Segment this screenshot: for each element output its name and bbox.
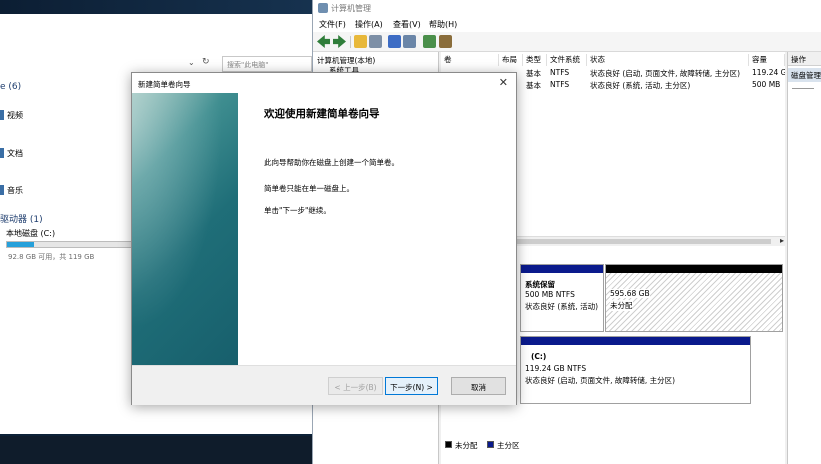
col-header-filesystem[interactable]: 文件系统 bbox=[547, 54, 587, 66]
partition-color-bar bbox=[521, 265, 603, 273]
settings-icon[interactable] bbox=[439, 35, 452, 48]
music-folder-icon bbox=[0, 185, 4, 195]
window-title: 计算机管理 bbox=[331, 4, 371, 13]
wizard-heading: 欢迎使用新建简单卷向导 bbox=[264, 108, 380, 120]
folders-section-header[interactable]: e (6) bbox=[0, 82, 21, 92]
col-header-volume[interactable]: 卷 bbox=[441, 54, 499, 66]
row-capacity: 119.24 G bbox=[752, 68, 785, 77]
legend-swatch-primary bbox=[487, 441, 494, 448]
col-header-capacity[interactable]: 容量 bbox=[749, 54, 785, 66]
disk-legend: 未分配 主分区 bbox=[441, 438, 785, 452]
legend-label-unallocated: 未分配 bbox=[455, 441, 478, 450]
wizard-title: 新建简单卷向导 bbox=[138, 80, 191, 89]
desktop-wallpaper bbox=[0, 0, 312, 14]
menu-action[interactable]: 操作(A) bbox=[355, 19, 383, 30]
wizard-text-single-disk: 简单卷只能在单一磁盘上。 bbox=[264, 184, 354, 193]
legend-swatch-unallocated bbox=[445, 441, 452, 448]
toolbar-separator bbox=[350, 36, 351, 48]
new-simple-volume-wizard: 新建简单卷向导 ✕ 欢迎使用新建简单卷向导 此向导帮助你在磁盘上创建一个简单卷。… bbox=[131, 72, 517, 405]
col-header-status[interactable]: 状态 bbox=[587, 54, 749, 66]
folder-item-documents[interactable]: 文档 bbox=[7, 148, 23, 159]
partition-size: 500 MB NTFS bbox=[525, 290, 575, 299]
row-filesystem: NTFS bbox=[550, 80, 570, 89]
row-type: 基本 bbox=[526, 81, 541, 90]
computer-management-icon bbox=[318, 3, 328, 13]
taskbar bbox=[0, 436, 312, 464]
document-folder-icon bbox=[0, 148, 4, 158]
wizard-footer: < 上一步(B) 下一步(N) > 取消 bbox=[132, 365, 516, 405]
folder-item-videos[interactable]: 视频 bbox=[7, 110, 23, 121]
wizard-text-intro: 此向导帮助你在磁盘上创建一个简单卷。 bbox=[264, 158, 399, 167]
partition-system-reserved[interactable]: 系统保留 500 MB NTFS 状态良好 (系统, 活动) bbox=[520, 264, 604, 332]
check-icon[interactable] bbox=[423, 35, 436, 48]
video-folder-icon bbox=[0, 110, 4, 120]
properties-icon[interactable] bbox=[403, 35, 416, 48]
actions-header: 操作 bbox=[788, 52, 821, 66]
search-input[interactable]: 搜索"此电脑" bbox=[222, 56, 312, 72]
drive-free-space: 92.8 GB 可用，共 119 GB bbox=[8, 253, 95, 261]
row-status: 状态良好 (启动, 页面文件, 故障转储, 主分区) bbox=[590, 69, 741, 78]
row-capacity: 500 MB bbox=[752, 80, 781, 89]
row-filesystem: NTFS bbox=[550, 68, 570, 77]
scroll-right-arrow-icon[interactable]: ▸ bbox=[780, 236, 784, 245]
action-item[interactable] bbox=[792, 88, 814, 89]
action-disk-management[interactable]: 磁盘管理 bbox=[788, 68, 821, 82]
actions-pane: 操作 磁盘管理 bbox=[787, 52, 821, 464]
toolbar bbox=[313, 32, 821, 52]
next-button[interactable]: 下一步(N) > bbox=[385, 377, 438, 395]
cancel-button[interactable]: 取消 bbox=[451, 377, 506, 395]
back-arrow-icon[interactable] bbox=[317, 35, 330, 48]
chevron-down-icon[interactable]: ⌄ bbox=[188, 58, 195, 67]
row-type: 基本 bbox=[526, 69, 541, 78]
drive-label[interactable]: 本地磁盘 (C:) bbox=[6, 228, 55, 239]
show-hide-tree-icon[interactable] bbox=[369, 35, 382, 48]
partition-color-bar bbox=[606, 265, 782, 273]
row-status: 状态良好 (系统, 活动, 主分区) bbox=[590, 81, 691, 90]
drive-usage-bar bbox=[6, 241, 132, 248]
menu-file[interactable]: 文件(F) bbox=[319, 19, 346, 30]
drives-section-header[interactable]: 驱动器 (1) bbox=[0, 212, 43, 225]
menu-bar: 文件(F) 操作(A) 查看(V) 帮助(H) bbox=[313, 16, 821, 32]
wizard-text-continue: 单击"下一步"继续。 bbox=[264, 206, 331, 215]
partition-status: 未分配 bbox=[610, 300, 633, 311]
partition-name: 系统保留 bbox=[525, 280, 555, 289]
partition-unallocated[interactable]: 595.68 GB 未分配 bbox=[605, 264, 783, 332]
partition-color-bar bbox=[521, 337, 750, 345]
partition-status: 状态良好 (系统, 活动) bbox=[525, 302, 599, 311]
legend-label-primary: 主分区 bbox=[497, 441, 520, 450]
menu-view[interactable]: 查看(V) bbox=[393, 19, 421, 30]
close-icon[interactable]: ✕ bbox=[499, 76, 508, 89]
col-header-type[interactable]: 类型 bbox=[523, 54, 547, 66]
refresh-icon[interactable]: ↻ bbox=[202, 57, 210, 67]
folder-item-music[interactable]: 音乐 bbox=[7, 185, 23, 196]
drive-usage-fill bbox=[7, 242, 35, 247]
partition-size: 595.68 GB bbox=[610, 289, 650, 298]
title-bar: 计算机管理 bbox=[313, 0, 821, 16]
partition-size: 119.24 GB NTFS bbox=[525, 364, 587, 373]
forward-arrow-icon[interactable] bbox=[333, 35, 346, 48]
up-folder-icon[interactable] bbox=[354, 35, 367, 48]
menu-help[interactable]: 帮助(H) bbox=[429, 19, 457, 30]
help-icon[interactable] bbox=[388, 35, 401, 48]
back-button[interactable]: < 上一步(B) bbox=[328, 377, 383, 395]
col-header-layout[interactable]: 布局 bbox=[499, 54, 523, 66]
partition-name: (C:) bbox=[531, 352, 547, 361]
partition-c-drive[interactable]: (C:) 119.24 GB NTFS 状态良好 (启动, 页面文件, 故障转储… bbox=[520, 336, 751, 404]
wizard-side-banner-highlight bbox=[132, 93, 238, 365]
partition-status: 状态良好 (启动, 页面文件, 故障转储, 主分区) bbox=[525, 376, 676, 385]
